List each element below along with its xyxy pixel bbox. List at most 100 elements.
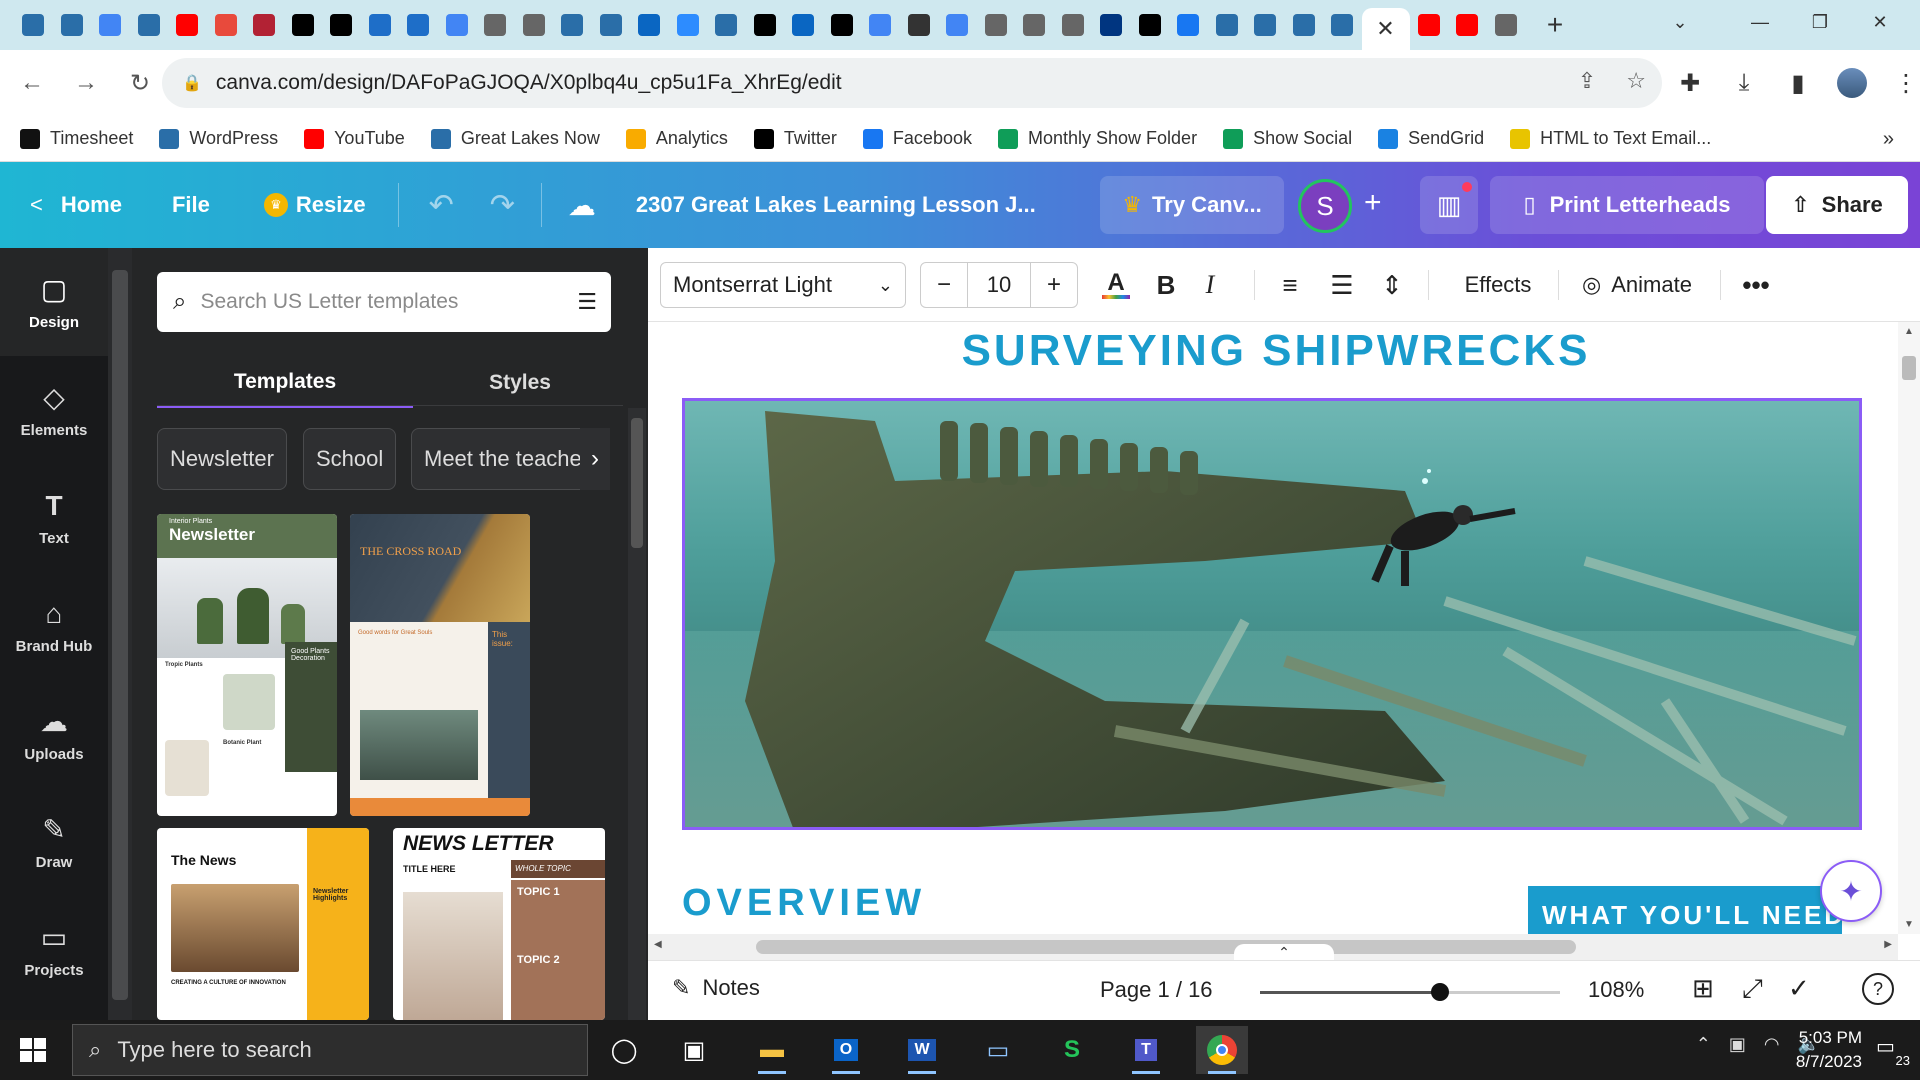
help-icon[interactable]: ? <box>1862 973 1894 1005</box>
remote-desktop-icon[interactable]: ▭ <box>972 1026 1024 1074</box>
fullscreen-icon[interactable]: ⤢ <box>1742 973 1763 1005</box>
forward-icon[interactable]: → <box>64 61 108 105</box>
browser-menu-icon[interactable]: ⋮ <box>1886 58 1920 108</box>
taskbar-search[interactable]: ⌕ Type here to search <box>72 1024 588 1076</box>
zoom-level[interactable]: 108% <box>1588 977 1644 1003</box>
filter-chip-newsletter[interactable]: Newsletter <box>157 428 287 490</box>
template-search-input[interactable] <box>200 290 541 314</box>
resize-button[interactable]: ♛ Resize <box>263 175 366 235</box>
browser-tab[interactable] <box>1323 0 1362 50</box>
browser-tab[interactable] <box>1208 0 1247 50</box>
magic-sparkle-button[interactable]: ✦ <box>1820 860 1882 922</box>
url-text[interactable]: canva.com/design/DAFoPaGJOQA/X0plbq4u_cp… <box>216 71 842 95</box>
notes-button[interactable]: ✎ Notes <box>672 975 760 1001</box>
browser-tab[interactable] <box>1169 0 1208 50</box>
browser-tab[interactable] <box>938 0 977 50</box>
panel-scroll-thumb[interactable] <box>631 418 643 548</box>
template-card-the-news[interactable]: Newsletter Highlights The News Creating … <box>157 828 369 1020</box>
text-color-button[interactable]: A <box>1098 262 1134 308</box>
overview-heading[interactable]: OVERVIEW <box>682 882 926 925</box>
scroll-left-icon[interactable]: ◀ <box>654 939 662 950</box>
share-page-icon[interactable]: ⇪ <box>1578 68 1596 94</box>
canvas-vertical-scrollbar[interactable]: ▲ ▼ <box>1898 322 1920 934</box>
animate-button[interactable]: ◎ Animate <box>1572 262 1702 308</box>
app-s-icon[interactable]: S <box>1046 1026 1098 1074</box>
browser-tab[interactable] <box>1131 0 1170 50</box>
bookmark-item[interactable]: SendGrid <box>1378 128 1484 149</box>
task-view-icon[interactable]: ▣ <box>668 1026 720 1074</box>
grid-view-icon[interactable]: ⊞ <box>1692 973 1714 1004</box>
bookmark-item[interactable]: Facebook <box>862 128 972 149</box>
bookmark-item[interactable]: Timesheet <box>20 128 133 149</box>
browser-tab[interactable] <box>900 0 939 50</box>
browser-tab[interactable] <box>707 0 746 50</box>
browser-tab[interactable] <box>91 0 130 50</box>
windows-start-icon[interactable] <box>14 1034 54 1066</box>
rail-item-design[interactable]: ▢ Design <box>0 248 108 356</box>
browser-tab[interactable] <box>1246 0 1285 50</box>
document-title[interactable]: 2307 Great Lakes Learning Lesson J... <box>636 175 1036 235</box>
browser-tab[interactable] <box>399 0 438 50</box>
cortana-icon[interactable]: ◯ <box>598 1026 650 1074</box>
browser-tab[interactable] <box>823 0 862 50</box>
browser-tab[interactable] <box>1054 0 1093 50</box>
browser-tab[interactable] <box>361 0 400 50</box>
font-size-value[interactable]: 10 <box>967 263 1031 307</box>
browser-tab[interactable] <box>861 0 900 50</box>
browser-tab[interactable] <box>592 0 631 50</box>
network-alert-icon[interactable]: ▣ <box>1729 1034 1746 1055</box>
design-canvas[interactable]: SURVEYING SHIPWRECKS OVERVIEW WHAT YOU'L… <box>648 322 1898 934</box>
undo-icon[interactable]: ↶ <box>429 175 454 235</box>
browser-tab[interactable] <box>438 0 477 50</box>
decrease-font-size-button[interactable]: − <box>921 263 967 307</box>
outlook-icon[interactable]: O <box>820 1026 872 1074</box>
browser-tab[interactable] <box>1448 0 1487 50</box>
word-icon[interactable]: W <box>896 1026 948 1074</box>
new-tab-button[interactable]: + <box>1535 0 1575 50</box>
restore-button[interactable]: ❐ <box>1790 0 1850 44</box>
browser-tab[interactable] <box>476 0 515 50</box>
bookmark-star-icon[interactable]: ☆ <box>1626 68 1646 94</box>
side-panel-icon[interactable]: ▮ <box>1778 58 1818 108</box>
align-left-icon[interactable]: ≡ <box>1272 262 1308 308</box>
browser-tab[interactable] <box>1015 0 1054 50</box>
rail-item-elements[interactable]: ◇ Elements <box>0 356 108 464</box>
browser-tab[interactable] <box>630 0 669 50</box>
bookmark-item[interactable]: Monthly Show Folder <box>997 128 1197 149</box>
download-icon[interactable]: ⤓ <box>1724 58 1764 108</box>
filter-chip-meet-the-teacher[interactable]: Meet the teache <box>411 428 607 490</box>
scroll-right-icon[interactable]: ▶ <box>1884 939 1892 950</box>
active-tab[interactable]: ✕ <box>1361 8 1410 50</box>
canvas-vertical-thumb[interactable] <box>1902 356 1916 380</box>
bulleted-list-icon[interactable]: ☰ <box>1324 262 1360 308</box>
rail-item-draw[interactable]: ✎ Draw <box>0 788 108 896</box>
teams-icon[interactable]: T <box>1120 1026 1172 1074</box>
scroll-up-icon[interactable]: ▲ <box>1898 326 1920 337</box>
rail-item-uploads[interactable]: ☁ Uploads <box>0 680 108 788</box>
font-family-select[interactable]: Montserrat Light ⌄ <box>660 262 906 308</box>
omnibox[interactable]: 🔒 canva.com/design/DAFoPaGJOQA/X0plbq4u_… <box>162 58 1662 108</box>
zoom-slider-handle[interactable] <box>1431 983 1449 1001</box>
scroll-down-icon[interactable]: ▼ <box>1898 919 1920 930</box>
filter-icon[interactable]: ☰ <box>577 289 597 315</box>
bookmark-item[interactable]: Great Lakes Now <box>430 128 600 149</box>
taskbar-clock[interactable]: 5:03 PM 8/7/2023 <box>1796 1026 1862 1074</box>
browser-tab[interactable] <box>53 0 92 50</box>
browser-tab[interactable] <box>515 0 554 50</box>
close-tab-icon[interactable]: ✕ <box>1376 16 1394 42</box>
browser-tab[interactable] <box>1092 0 1131 50</box>
bookmark-item[interactable]: HTML to Text Email... <box>1510 128 1711 149</box>
minimize-button[interactable]: — <box>1730 0 1790 44</box>
page-title[interactable]: SURVEYING SHIPWRECKS <box>648 326 1898 376</box>
more-options-icon[interactable]: ••• <box>1738 262 1774 308</box>
increase-font-size-button[interactable]: + <box>1031 263 1077 307</box>
effects-button[interactable]: Effects <box>1448 262 1548 308</box>
cloud-saved-icon[interactable]: ☁ <box>568 175 596 235</box>
reload-icon[interactable]: ↻ <box>118 61 162 105</box>
lock-icon[interactable]: 🔒 <box>182 73 202 93</box>
close-window-button[interactable]: ✕ <box>1850 0 1910 44</box>
browser-tab[interactable] <box>130 0 169 50</box>
bookmarks-overflow-icon[interactable]: » <box>1883 128 1894 151</box>
show-hidden-icons-icon[interactable]: ⌃ <box>1696 1034 1711 1055</box>
template-card-news-letter[interactable]: NEWS LETTER TITLE HERE WHOLE TOPIC TOPIC… <box>393 828 605 1020</box>
